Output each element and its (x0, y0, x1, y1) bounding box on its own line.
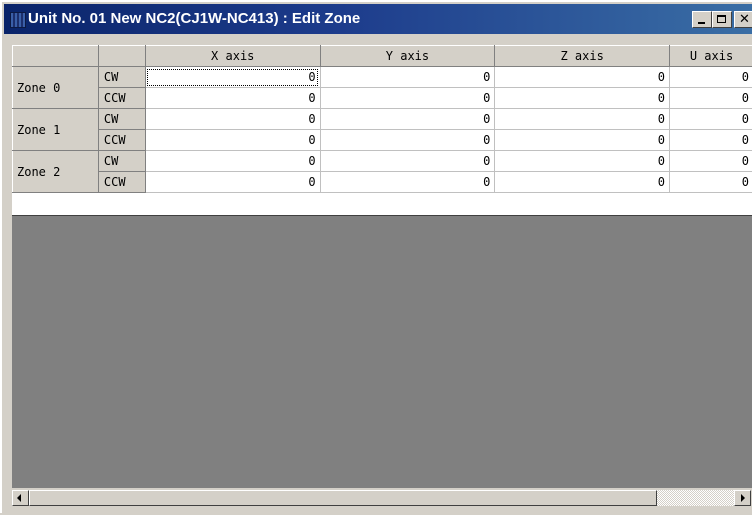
window-bottom-edge (2, 507, 752, 515)
window-title: Unit No. 01 New NC2(CJ1W-NC413) : Edit Z… (28, 10, 360, 27)
header-y-axis[interactable]: Y axis (320, 46, 495, 67)
value-cell-z-axis[interactable]: 0 (495, 172, 670, 193)
value-cell-x-axis[interactable]: 0 (145, 172, 320, 193)
value-cell-u-axis[interactable]: 0 (670, 109, 752, 130)
table-row: Zone 1CW0000 (13, 109, 752, 130)
direction-label: CCW (98, 130, 145, 151)
zone-label: Zone 2 (13, 151, 99, 193)
empty-grid-area (12, 215, 752, 489)
dir-header (98, 46, 145, 67)
scroll-left-button[interactable] (12, 490, 29, 506)
value-cell-x-axis[interactable]: 0 (145, 88, 320, 109)
scroll-right-button[interactable] (734, 490, 751, 506)
table-row: CCW0000 (13, 130, 752, 151)
maximize-button[interactable] (712, 11, 732, 28)
table-row: CCW0000 (13, 172, 752, 193)
zone-label: Zone 0 (13, 67, 99, 109)
edit-zone-window: Unit No. 01 New NC2(CJ1W-NC413) : Edit Z… (0, 0, 752, 513)
table-row: Zone 0CW0000 (13, 67, 752, 88)
table-row: CCW0000 (13, 88, 752, 109)
direction-label: CCW (98, 172, 145, 193)
corner-header (13, 46, 99, 67)
value-cell-u-axis[interactable]: 0 (670, 151, 752, 172)
value-cell-x-axis[interactable]: 0 (145, 67, 320, 88)
value-cell-y-axis[interactable]: 0 (320, 67, 495, 88)
minimize-icon (698, 22, 705, 24)
value-cell-z-axis[interactable]: 0 (495, 67, 670, 88)
value-cell-z-axis[interactable]: 0 (495, 88, 670, 109)
minimize-button[interactable] (692, 11, 712, 28)
close-button[interactable]: ✕ (734, 11, 752, 28)
table-row: Zone 2CW0000 (13, 151, 752, 172)
header-z-axis[interactable]: Z axis (495, 46, 670, 67)
value-cell-x-axis[interactable]: 0 (145, 151, 320, 172)
direction-label: CW (98, 109, 145, 130)
direction-label: CCW (98, 88, 145, 109)
value-cell-y-axis[interactable]: 0 (320, 109, 495, 130)
direction-label: CW (98, 151, 145, 172)
zone-table: X axis Y axis Z axis U axis Zone 0CW0000… (12, 45, 752, 193)
zone-label: Zone 1 (13, 109, 99, 151)
arrow-right-icon (741, 494, 745, 502)
value-cell-u-axis[interactable]: 0 (670, 67, 752, 88)
value-cell-y-axis[interactable]: 0 (320, 172, 495, 193)
maximize-icon (717, 15, 726, 23)
value-cell-x-axis[interactable]: 0 (145, 130, 320, 151)
direction-label: CW (98, 67, 145, 88)
value-cell-y-axis[interactable]: 0 (320, 151, 495, 172)
horizontal-scrollbar[interactable] (12, 488, 752, 507)
title-bar[interactable]: Unit No. 01 New NC2(CJ1W-NC413) : Edit Z… (4, 4, 752, 34)
value-cell-z-axis[interactable]: 0 (495, 151, 670, 172)
value-cell-z-axis[interactable]: 0 (495, 109, 670, 130)
value-cell-u-axis[interactable]: 0 (670, 172, 752, 193)
value-cell-u-axis[interactable]: 0 (670, 88, 752, 109)
arrow-left-icon (17, 494, 21, 502)
scroll-thumb[interactable] (29, 490, 657, 506)
value-cell-y-axis[interactable]: 0 (320, 88, 495, 109)
zone-grid: X axis Y axis Z axis U axis Zone 0CW0000… (12, 45, 752, 215)
close-icon: ✕ (739, 12, 750, 27)
value-cell-y-axis[interactable]: 0 (320, 130, 495, 151)
header-x-axis[interactable]: X axis (145, 46, 320, 67)
value-cell-x-axis[interactable]: 0 (145, 109, 320, 130)
value-cell-z-axis[interactable]: 0 (495, 130, 670, 151)
header-row: X axis Y axis Z axis U axis (13, 46, 752, 67)
value-cell-u-axis[interactable]: 0 (670, 130, 752, 151)
header-u-axis[interactable]: U axis (670, 46, 752, 67)
app-icon (10, 12, 26, 28)
scroll-track[interactable] (657, 490, 734, 506)
